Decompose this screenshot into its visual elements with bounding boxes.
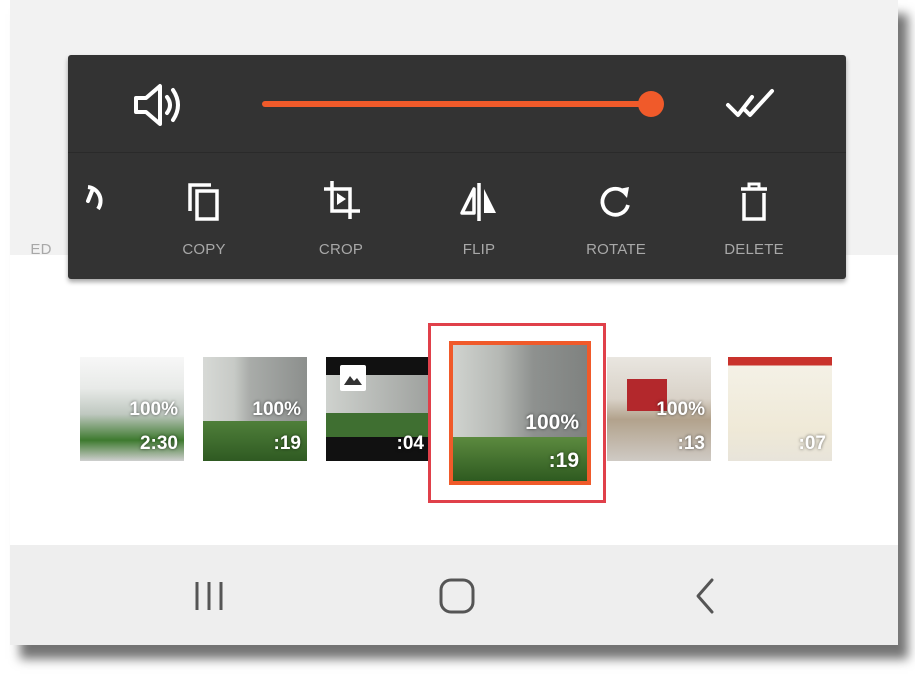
clip-percent: 100% <box>252 399 301 420</box>
clip-thumbnail[interactable]: 100% :19 <box>203 357 307 461</box>
tool-delete[interactable]: DELETE <box>704 153 804 279</box>
tool-copy[interactable]: COPY <box>154 153 254 279</box>
clip-duration: :19 <box>548 449 579 472</box>
volume-slider[interactable] <box>262 101 652 107</box>
tool-crop-label: CROP <box>318 241 364 258</box>
tool-flip[interactable]: FLIP <box>429 153 529 279</box>
flip-icon <box>460 183 496 221</box>
tools-row: ED COPY CROP FLIP ROTATE DELETE <box>30 153 846 279</box>
clip-percent: 100% <box>656 399 705 420</box>
volume-icon[interactable] <box>132 81 184 129</box>
clip-thumbnail[interactable]: :04 <box>326 357 430 461</box>
clip-duration: :04 <box>396 433 424 454</box>
selected-clip-highlight: 100% :19 <box>428 323 606 503</box>
clip-thumbnail[interactable]: 100% 2:30 <box>80 357 184 461</box>
volume-slider-thumb[interactable] <box>638 91 664 117</box>
copy-icon <box>188 183 219 221</box>
system-navigation-bar <box>10 545 898 645</box>
speed-icon <box>86 185 103 211</box>
home-icon[interactable] <box>438 577 476 615</box>
clip-duration: :13 <box>677 433 705 454</box>
clip-percent: 100% <box>525 411 579 434</box>
tool-rotate[interactable]: ROTATE <box>566 153 666 279</box>
tool-flip-label: FLIP <box>462 241 496 258</box>
clip-percent: 100% <box>129 399 178 420</box>
clip-duration: :19 <box>273 433 301 454</box>
trash-icon <box>741 182 767 221</box>
back-icon[interactable] <box>694 576 716 616</box>
edit-toolbar-panel: ED COPY CROP FLIP ROTATE DELETE <box>30 55 846 279</box>
tool-crop[interactable]: CROP <box>291 153 391 279</box>
crop-icon <box>324 181 360 219</box>
tool-copy-label: COPY <box>182 241 226 258</box>
tool-speed[interactable]: ED <box>30 153 139 279</box>
clip-duration: :07 <box>798 433 826 454</box>
double-check-icon[interactable] <box>724 85 782 125</box>
clip-thumbnail[interactable]: :07 <box>728 357 832 461</box>
tool-rotate-label: ROTATE <box>586 241 646 258</box>
recents-icon[interactable] <box>189 578 229 614</box>
phone-screen: ED COPY CROP FLIP ROTATE DELETE 100% 2:3… <box>10 0 898 645</box>
tool-speed-label: ED <box>30 241 52 258</box>
volume-row <box>68 55 846 151</box>
image-icon <box>340 365 366 391</box>
rotate-icon <box>600 186 630 217</box>
tool-delete-label: DELETE <box>724 241 784 258</box>
selected-clip-thumbnail[interactable]: 100% :19 <box>449 341 591 485</box>
clip-duration: 2:30 <box>139 433 178 454</box>
clip-thumbnail[interactable]: 100% :13 <box>607 357 711 461</box>
